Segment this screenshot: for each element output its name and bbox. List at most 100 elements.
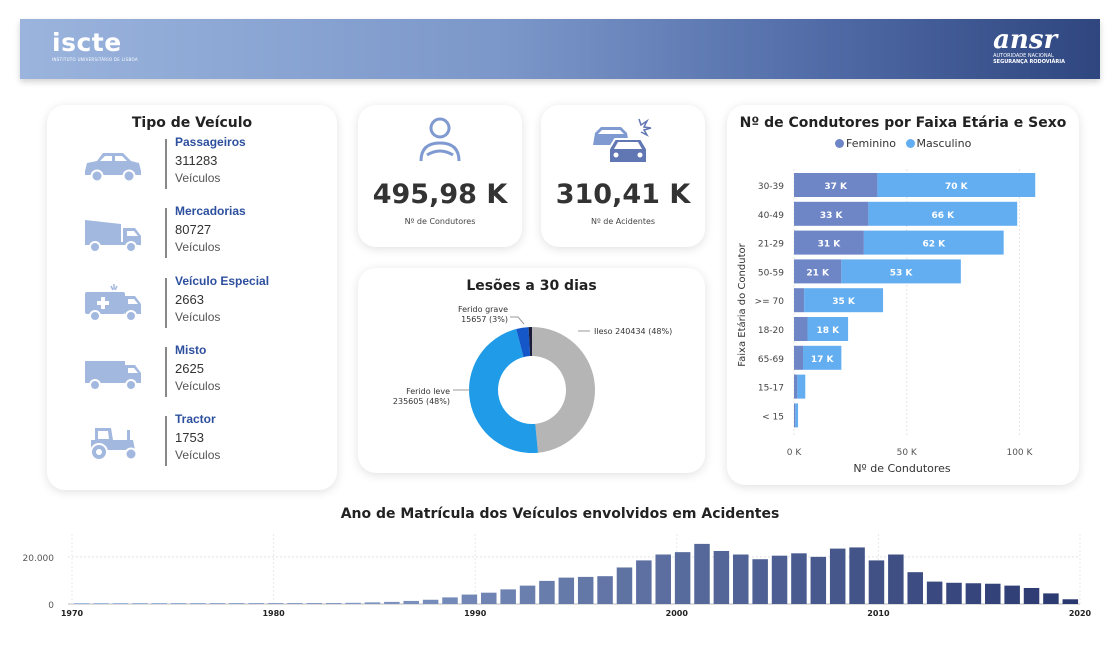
drivers-kpi-card: 495,98 K Nº de Condutores (358, 105, 522, 247)
year-bar[interactable] (926, 581, 943, 604)
year-bar[interactable] (985, 583, 1001, 604)
year-bar[interactable] (946, 582, 962, 604)
bar-feminino[interactable] (794, 317, 808, 341)
year-bar[interactable] (810, 556, 827, 604)
year-bar[interactable] (888, 554, 904, 605)
bar-feminino[interactable] (794, 374, 798, 399)
accidents-kpi-card: 310,41 K Nº de Acidentes (541, 105, 705, 247)
year-bar[interactable] (190, 603, 206, 604)
ansr-logo-subtitle-2: SEGURANÇA RODOVIÁRIA (993, 59, 1065, 65)
year-bar[interactable] (1043, 593, 1059, 604)
bar-label-masculino: 53 K (890, 268, 914, 278)
year-bar[interactable] (849, 547, 865, 604)
x-tick-label: 100 K (1006, 448, 1033, 458)
bar-label-masculino: 70 K (945, 182, 969, 192)
year-bar[interactable] (209, 603, 226, 604)
year-bar[interactable] (965, 583, 982, 604)
drivers-kpi-label: Nº de Condutores (404, 217, 476, 226)
vehicle-row-especial: Veículo Especial 2663 Veículos (47, 274, 337, 334)
bar-label-feminino: 21 K (806, 268, 830, 278)
bar-masculino[interactable] (797, 374, 806, 399)
year-bar[interactable] (771, 555, 788, 604)
bar-label-masculino: 17 K (811, 355, 835, 365)
year-bar[interactable] (558, 577, 575, 604)
year-bar[interactable] (616, 567, 633, 604)
vehicle-unit: Veículos (175, 171, 221, 185)
drivers-kpi-value: 495,98 K (372, 179, 508, 210)
year-bar[interactable] (93, 603, 109, 604)
year-bar[interactable] (132, 603, 148, 604)
year-bar[interactable] (481, 592, 497, 604)
drivers-age-sex-card: Nº de Condutores por Faixa Etária e Sexo… (727, 105, 1079, 485)
vehicle-type-card: Tipo de Veículo Passageiros 311283 Veícu… (47, 105, 337, 490)
ansr-logo-text: ansr (993, 25, 1058, 55)
dump-truck-icon (85, 220, 141, 253)
year-bar[interactable] (442, 597, 458, 604)
year-bar[interactable] (384, 601, 400, 604)
year-bar[interactable] (73, 603, 90, 604)
year-bar[interactable] (422, 599, 439, 604)
year-bar[interactable] (713, 550, 730, 604)
year-bar[interactable] (829, 548, 846, 604)
year-bar[interactable] (403, 600, 419, 604)
year-bar[interactable] (733, 554, 749, 605)
leve-annotation-1: Ferido leve (406, 387, 450, 396)
registration-year-section: Ano de Matrícula dos Veículos envolvidos… (20, 500, 1100, 630)
van-icon (85, 361, 141, 391)
donut-slice-ileso[interactable] (532, 327, 596, 453)
bar-masculino[interactable] (795, 403, 799, 428)
bar-feminino[interactable] (794, 288, 805, 313)
vehicle-row-passageiros: Passageiros 311283 Veículos (47, 135, 337, 195)
injuries-donut-chart: Ileso 240434 (48%) Ferido leve 235605 (4… (393, 305, 672, 453)
year-bar[interactable] (287, 603, 303, 604)
y-category-label: 50-59 (758, 268, 784, 278)
year-bar[interactable] (364, 602, 381, 604)
year-bar[interactable] (345, 602, 361, 604)
year-bar[interactable] (461, 594, 478, 604)
bar-feminino[interactable] (794, 345, 804, 370)
year-bar[interactable] (577, 576, 594, 604)
y-category-label: 15-17 (758, 384, 784, 394)
year-bar[interactable] (539, 580, 555, 604)
bar-label-masculino: 66 K (931, 211, 955, 221)
bar-label-feminino: 33 K (820, 211, 844, 221)
iscte-logo-subtitle: INSTITUTO UNIVERSITÁRIO DE LISBOA (52, 57, 138, 62)
year-bar[interactable] (674, 552, 691, 604)
vehicle-row-mercadorias: Mercadorias 80727 Veículos (47, 204, 337, 264)
year-bar[interactable] (636, 560, 652, 604)
y-tick-label: 20.000 (23, 554, 55, 564)
vehicle-type-title: Tipo de Veículo (131, 115, 253, 131)
year-bar[interactable] (306, 603, 323, 604)
year-bar[interactable] (170, 603, 187, 604)
year-bar[interactable] (112, 603, 129, 604)
vehicle-count: 311283 (175, 153, 218, 168)
year-bar[interactable] (267, 603, 284, 604)
year-bar[interactable] (694, 543, 710, 604)
year-bar[interactable] (229, 603, 245, 604)
injuries-card: Lesões a 30 dias Ileso 240434 (48%) Feri… (358, 268, 705, 473)
x-tick-label: 2000 (666, 609, 689, 618)
year-bar[interactable] (151, 603, 167, 604)
year-bar[interactable] (1023, 587, 1040, 604)
year-bar[interactable] (907, 572, 923, 604)
vehicle-divider (165, 208, 167, 258)
year-bar[interactable] (752, 559, 768, 604)
vehicle-unit: Veículos (175, 379, 221, 393)
year-bar[interactable] (791, 553, 807, 604)
year-bar[interactable] (655, 554, 671, 605)
year-bar[interactable] (325, 603, 342, 604)
year-bar[interactable] (248, 603, 264, 604)
x-axis-title: Nº de Condutores (853, 462, 951, 475)
bar-feminino[interactable] (794, 403, 796, 428)
year-bar[interactable] (1004, 585, 1020, 604)
vehicle-name: Tractor (175, 412, 216, 426)
y-category-label: 65-69 (758, 355, 784, 365)
year-bar[interactable] (500, 589, 516, 604)
year-bar[interactable] (868, 560, 885, 604)
year-bar[interactable] (597, 576, 613, 604)
car-icon (85, 153, 141, 183)
driver-icon (419, 117, 461, 162)
year-bar[interactable] (519, 585, 536, 604)
year-bar[interactable] (1062, 599, 1079, 604)
x-tick-label: 1970 (61, 609, 84, 618)
